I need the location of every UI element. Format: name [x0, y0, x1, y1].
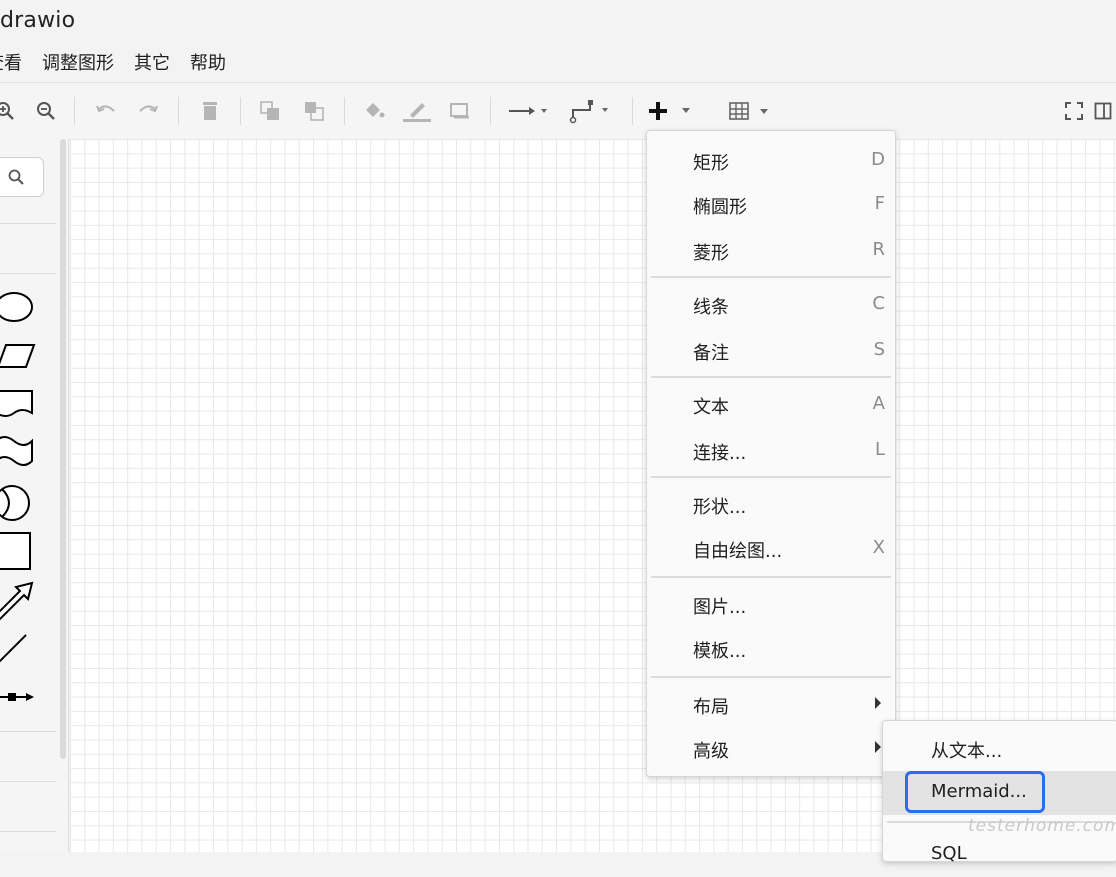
menu-item-ellipse[interactable]: 椭圆形 F: [647, 183, 895, 227]
advanced-submenu: 从文本... Mermaid... SQL: [882, 720, 1116, 864]
arrow-shape[interactable]: [0, 579, 38, 623]
search-icon[interactable]: [7, 168, 25, 186]
insert-menu: 矩形 D 椭圆形 F 菱形 R 线条 C 备注 S 文本 A 连接... L 形状... 自由…: [646, 130, 896, 777]
submenu-item-from-text[interactable]: 从文本...: [883, 727, 1116, 771]
menu-item-advanced[interactable]: 高级: [647, 727, 895, 771]
menubar: 查看 调整图形 其它 帮助: [0, 48, 246, 76]
toolbar-separator: [240, 97, 241, 125]
menu-item-label: 菱形: [693, 243, 729, 264]
shortcut-label: X: [872, 537, 885, 558]
toolbar-separator: [178, 97, 179, 125]
ellipse-shape[interactable]: [0, 289, 38, 325]
sidebar-divider: [0, 273, 56, 274]
fullscreen-icon[interactable]: [1062, 83, 1086, 139]
menu-item-shapes[interactable]: 形状...: [647, 483, 895, 527]
menu-item-template[interactable]: 模板...: [647, 627, 895, 671]
menu-item-label: 线条: [693, 297, 729, 318]
menu-separator: [651, 376, 891, 378]
menu-arrange[interactable]: 调整图形: [42, 49, 114, 75]
line-color-icon[interactable]: [400, 83, 434, 139]
menu-item-image[interactable]: 图片...: [647, 583, 895, 627]
menu-item-label: 备注: [693, 343, 729, 364]
menu-extras[interactable]: 其它: [134, 49, 170, 75]
menu-item-label: 自由绘图...: [693, 541, 783, 562]
menu-item-layout[interactable]: 布局: [647, 683, 895, 727]
undo-icon[interactable]: [92, 83, 120, 139]
sidebar-scrollbar[interactable]: [60, 139, 66, 759]
to-front-icon[interactable]: [256, 83, 284, 139]
zoom-in-icon[interactable]: [0, 83, 18, 139]
menu-view[interactable]: 查看: [0, 49, 22, 75]
sidebar-divider: [0, 223, 56, 224]
menu-item-rhombus[interactable]: 菱形 R: [647, 229, 895, 273]
menu-item-label: 矩形: [693, 153, 729, 174]
menu-item-label: 图片...: [693, 597, 747, 618]
menu-item-freehand[interactable]: 自由绘图... X: [647, 527, 895, 571]
fill-color-icon[interactable]: [360, 83, 388, 139]
menu-separator: [651, 476, 891, 478]
menu-separator: [651, 576, 891, 578]
shortcut-label: R: [872, 239, 885, 260]
shortcut-label: A: [872, 393, 885, 414]
shapes-sidebar: [0, 139, 69, 852]
submenu-arrow-icon: [875, 741, 881, 753]
menu-item-note[interactable]: 备注 S: [647, 329, 895, 373]
delete-icon[interactable]: [196, 83, 224, 139]
toolbar-separator: [74, 97, 75, 125]
watermark: testerhome.com: [968, 816, 1116, 836]
document-shape[interactable]: [0, 387, 38, 421]
menu-item-label: 椭圆形: [693, 197, 747, 218]
menu-item-label: 连接...: [693, 443, 747, 464]
tape-shape[interactable]: [0, 433, 38, 469]
zoom-out-icon[interactable]: [32, 83, 60, 139]
square-shape[interactable]: [0, 531, 38, 571]
menu-separator: [651, 276, 891, 278]
connection-icon[interactable]: [504, 83, 556, 139]
menu-item-link[interactable]: 连接... L: [647, 429, 895, 473]
sidebar-divider: [0, 781, 56, 782]
connector-shape[interactable]: [0, 689, 38, 705]
shortcut-label: L: [874, 439, 885, 460]
highlight-box: [905, 771, 1045, 813]
shortcut-label: C: [872, 293, 885, 314]
menu-item-text[interactable]: 文本 A: [647, 383, 895, 427]
submenu-item-label: 从文本...: [931, 741, 1003, 762]
menu-separator: [651, 676, 891, 678]
menu-item-label: 形状...: [693, 497, 747, 518]
menu-help[interactable]: 帮助: [190, 49, 226, 75]
submenu-item-label: SQL: [931, 843, 967, 864]
shadow-icon[interactable]: [446, 83, 474, 139]
toolbar-separator: [632, 97, 633, 125]
line-shape[interactable]: [0, 631, 38, 667]
toolbar-separator: [490, 97, 491, 125]
menu-item-label: 布局: [693, 697, 729, 718]
submenu-item-sql[interactable]: SQL: [883, 833, 1116, 877]
redo-icon[interactable]: [134, 83, 162, 139]
to-back-icon[interactable]: [300, 83, 328, 139]
sidebar-divider: [0, 731, 56, 732]
toolbar: [0, 82, 1116, 140]
shortcut-label: S: [873, 339, 885, 360]
submenu-arrow-icon: [875, 697, 881, 709]
parallelogram-shape[interactable]: [0, 341, 38, 371]
shape-search-input[interactable]: [0, 157, 44, 197]
shortcut-label: F: [874, 193, 885, 214]
toolbar-separator: [344, 97, 345, 125]
menu-item-label: 文本: [693, 397, 729, 418]
menu-item-rectangle[interactable]: 矩形 D: [647, 139, 895, 183]
waypoints-icon[interactable]: [568, 83, 618, 139]
format-panel-icon[interactable]: [1092, 83, 1114, 139]
menu-item-line[interactable]: 线条 C: [647, 283, 895, 327]
menu-item-label: 模板...: [693, 641, 747, 662]
sidebar-divider: [0, 831, 56, 832]
shortcut-label: D: [871, 149, 885, 170]
menu-item-label: 高级: [693, 741, 729, 762]
app-title: drawio: [0, 8, 76, 33]
or-shape[interactable]: [0, 483, 38, 523]
